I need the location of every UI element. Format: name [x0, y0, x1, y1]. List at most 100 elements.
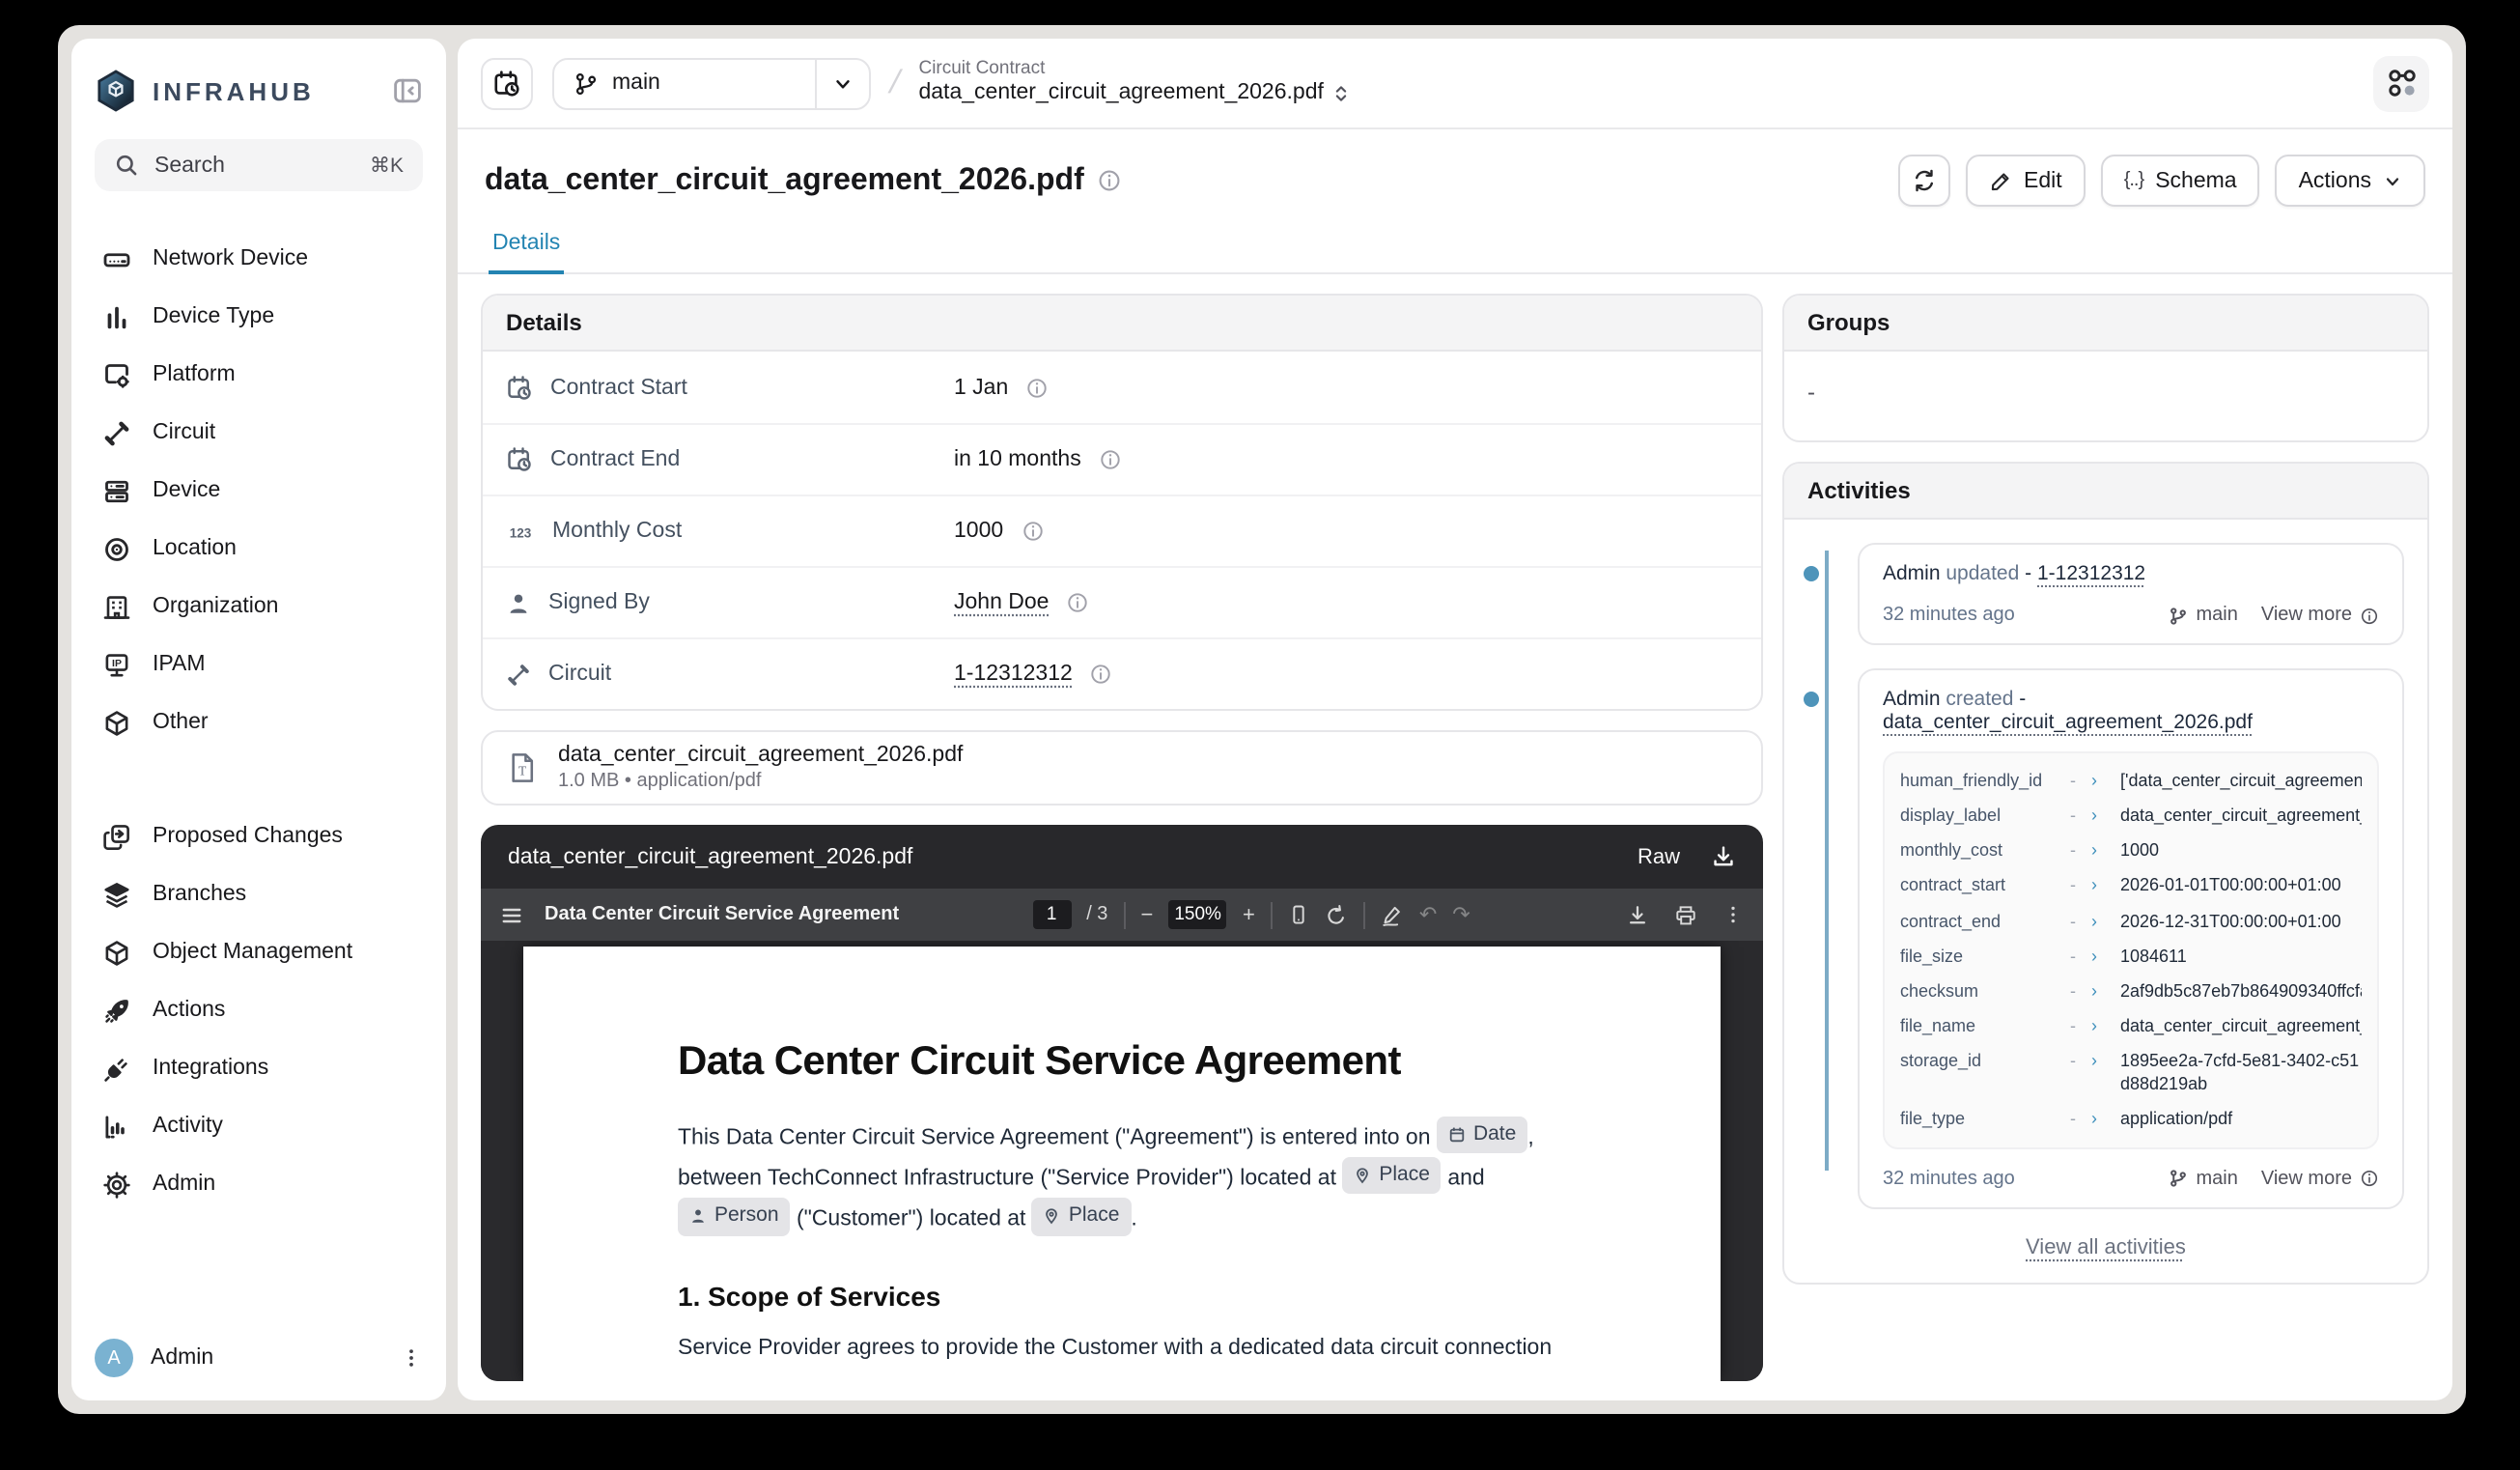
- search-input[interactable]: Search ⌘K: [95, 139, 423, 191]
- edit-button[interactable]: Edit: [1966, 155, 2086, 207]
- tab-details[interactable]: Details: [489, 232, 564, 274]
- kebab-menu-icon[interactable]: [400, 1346, 423, 1370]
- sidebar-item-proposed-changes[interactable]: Proposed Changes: [83, 807, 434, 865]
- sidebar-item-other[interactable]: Other: [83, 693, 434, 751]
- date-selector-button[interactable]: [481, 57, 533, 109]
- sidebar-item-platform[interactable]: Platform: [83, 346, 434, 404]
- sidebar-item-object-management[interactable]: Object Management: [83, 923, 434, 981]
- breadcrumb[interactable]: Circuit Contract data_center_circuit_agr…: [918, 59, 1352, 107]
- activity-action: updated: [1946, 562, 2019, 585]
- sidebar-item-device-type[interactable]: Device Type: [83, 288, 434, 346]
- info-icon[interactable]: [1021, 520, 1044, 543]
- topology-apps-button[interactable]: [2373, 55, 2429, 111]
- pdf-page-area[interactable]: Data Center Circuit Service Agreement Th…: [481, 941, 1763, 1381]
- git-branch-icon: [2170, 606, 2189, 625]
- chevron-right-icon[interactable]: ›: [2091, 944, 2097, 967]
- chevron-right-icon[interactable]: ›: [2091, 1014, 2097, 1037]
- property-dash: -: [2070, 1108, 2076, 1131]
- download-icon[interactable]: [1711, 844, 1736, 869]
- redo-icon[interactable]: ↷: [1452, 902, 1470, 927]
- page-header: data_center_circuit_agreement_2026.pdf: [458, 129, 2452, 207]
- raw-link[interactable]: Raw: [1638, 845, 1680, 868]
- info-icon[interactable]: [1099, 448, 1122, 471]
- property-value: 2026-12-31T00:00:00+01:00: [2120, 909, 2362, 932]
- actions-dropdown-button[interactable]: Actions: [2276, 155, 2425, 207]
- sidebar-item-ipam[interactable]: IP IPAM: [83, 636, 434, 693]
- document-title: Data Center Circuit Service Agreement: [678, 1039, 1566, 1086]
- activity-branch[interactable]: main: [2170, 1168, 2238, 1189]
- undo-icon[interactable]: ↶: [1419, 902, 1437, 927]
- signed-by-link[interactable]: John Doe: [954, 591, 1049, 614]
- pdf-page: Data Center Circuit Service Agreement Th…: [523, 947, 1721, 1381]
- refresh-button[interactable]: [1898, 155, 1950, 207]
- activity-target-link[interactable]: data_center_circuit_agreement_2026.pdf: [1883, 711, 2253, 734]
- sidebar-item-branches[interactable]: Branches: [83, 865, 434, 923]
- activity-target-link[interactable]: 1-12312312: [2037, 562, 2145, 585]
- branch-selector-value[interactable]: main: [554, 59, 815, 107]
- info-icon[interactable]: [1025, 376, 1049, 399]
- sidebar-item-integrations[interactable]: Integrations: [83, 1039, 434, 1097]
- info-icon[interactable]: [1066, 591, 1089, 614]
- page-title: data_center_circuit_agreement_2026.pdf: [485, 163, 1084, 198]
- schema-button[interactable]: {..} Schema: [2101, 155, 2260, 207]
- zoom-in-button[interactable]: +: [1243, 903, 1255, 926]
- page-count: / 3: [1086, 904, 1107, 925]
- property-value: 2af9db5c87eb7b864909340ffcfa98...: [2120, 979, 2362, 1003]
- content: Details Contract Start 1 Jan: [458, 274, 2452, 1400]
- activity-dash: -: [2025, 562, 2031, 585]
- page-number-input[interactable]: 1: [1032, 900, 1071, 929]
- network-device-icon: [102, 244, 131, 273]
- details-rows: Contract Start 1 Jan Contrac: [483, 352, 1761, 709]
- activity-branch[interactable]: main: [2170, 605, 2238, 626]
- chevron-right-icon[interactable]: ›: [2091, 1049, 2097, 1072]
- chevron-right-icon[interactable]: ›: [2091, 1108, 2097, 1131]
- search-shortcut: ⌘K: [370, 154, 404, 177]
- info-icon[interactable]: [1090, 663, 1113, 686]
- property-value: 1084611: [2120, 944, 2362, 967]
- sidebar-item-organization[interactable]: Organization: [83, 578, 434, 636]
- sidebar-item-label: Integrations: [153, 1057, 268, 1080]
- print-icon[interactable]: [1674, 903, 1697, 926]
- scroll-mode-icon[interactable]: [1288, 904, 1309, 925]
- view-all-activities-link[interactable]: View all activities: [1807, 1235, 2404, 1258]
- chevron-right-icon[interactable]: ›: [2091, 874, 2097, 897]
- sidebar-item-activity[interactable]: Activity: [83, 1097, 434, 1155]
- rotate-icon[interactable]: [1325, 903, 1348, 926]
- circuit-link[interactable]: 1-12312312: [954, 663, 1073, 686]
- sidebar: INFRAHUB Sear: [71, 39, 446, 1400]
- sidebar-item-admin[interactable]: Admin: [83, 1155, 434, 1213]
- property-dash: -: [2070, 874, 2076, 897]
- info-icon[interactable]: [1098, 168, 1123, 193]
- zoom-level[interactable]: 150%: [1168, 900, 1227, 929]
- sidebar-item-actions[interactable]: Actions: [83, 981, 434, 1039]
- chevron-right-icon[interactable]: ›: [2091, 804, 2097, 827]
- paragraph-text: .: [1131, 1208, 1136, 1231]
- sidebar-toggle-icon[interactable]: [500, 903, 523, 926]
- building-icon: [102, 592, 131, 621]
- paragraph-text: This Data Center Circuit Service Agreeme…: [678, 1126, 1431, 1149]
- user-menu[interactable]: A Admin: [71, 1323, 446, 1377]
- sidebar-item-location[interactable]: Location: [83, 520, 434, 578]
- branch-selector-caret[interactable]: [815, 59, 869, 107]
- sidebar-collapse-button[interactable]: [392, 75, 423, 106]
- chevron-right-icon[interactable]: ›: [2091, 979, 2097, 1003]
- property-value: ['data_center_circuit_agreement_202...: [2120, 769, 2362, 792]
- view-more-link[interactable]: View more: [2261, 605, 2379, 626]
- chevron-right-icon[interactable]: ›: [2091, 839, 2097, 862]
- breadcrumb-type: Circuit Contract: [918, 59, 1352, 81]
- attachment-card[interactable]: T data_center_circuit_agreement_2026.pdf…: [481, 730, 1763, 806]
- sidebar-item-circuit[interactable]: Circuit: [83, 404, 434, 462]
- kebab-menu-icon[interactable]: [1722, 904, 1744, 925]
- chevron-right-icon[interactable]: ›: [2091, 769, 2097, 792]
- branch-selector[interactable]: main: [552, 57, 871, 109]
- sidebar-item-label: IPAM: [153, 653, 206, 676]
- sidebar-item-device[interactable]: Device: [83, 462, 434, 520]
- zoom-out-button[interactable]: −: [1140, 903, 1153, 926]
- sidebar-item-network-device[interactable]: Network Device: [83, 230, 434, 288]
- property-key: file_type: [1900, 1108, 2070, 1131]
- chevron-right-icon[interactable]: ›: [2091, 909, 2097, 932]
- view-more-link[interactable]: View more: [2261, 1168, 2379, 1189]
- draw-pen-icon[interactable]: [1381, 903, 1404, 926]
- download-icon[interactable]: [1626, 903, 1649, 926]
- chevrons-up-down-icon[interactable]: [1331, 83, 1353, 104]
